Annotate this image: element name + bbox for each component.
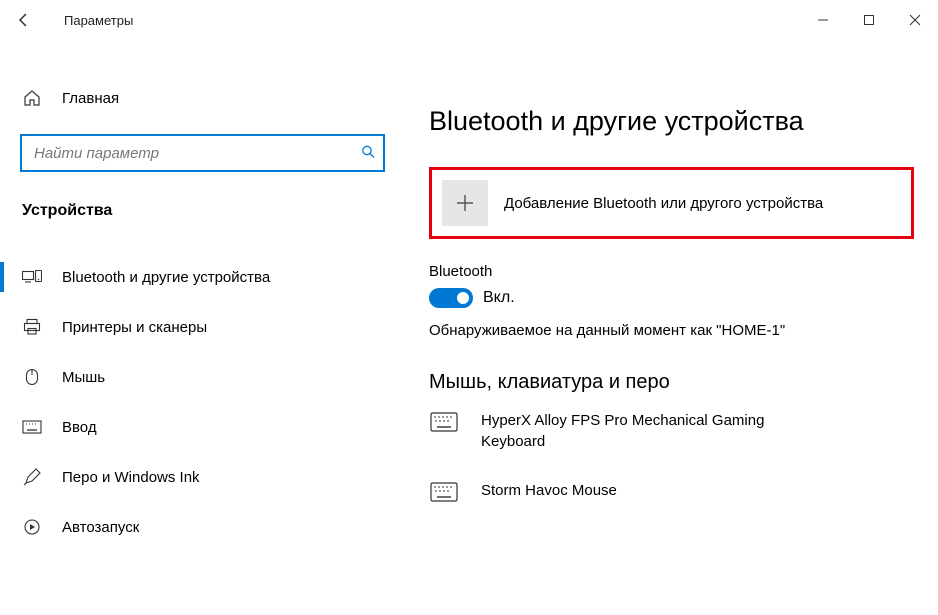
sidebar-item-label: Принтеры и сканеры bbox=[62, 319, 207, 336]
settings-window: Параметры Главная Устро bbox=[0, 0, 938, 615]
device-row[interactable]: Storm Havoc Mouse bbox=[429, 480, 914, 502]
sidebar-item-label: Мышь bbox=[62, 369, 105, 386]
sidebar-item-autoplay[interactable]: Автозапуск bbox=[0, 502, 405, 552]
arrow-left-icon bbox=[16, 12, 32, 28]
sidebar-item-typing[interactable]: Ввод bbox=[0, 402, 405, 452]
sidebar-item-label: Автозапуск bbox=[62, 519, 139, 536]
search-icon bbox=[361, 145, 375, 162]
bluetooth-toggle[interactable] bbox=[429, 288, 473, 308]
category-heading: Устройства bbox=[0, 172, 405, 232]
back-button[interactable] bbox=[0, 12, 48, 28]
device-row[interactable]: HyperX Alloy FPS Pro Mechanical Gaming K… bbox=[429, 410, 914, 452]
sidebar-item-label: Перо и Windows Ink bbox=[62, 469, 200, 486]
devices-icon bbox=[22, 269, 42, 285]
titlebar: Параметры bbox=[0, 0, 938, 40]
plus-icon bbox=[442, 180, 488, 226]
mouse-icon bbox=[22, 368, 42, 386]
home-icon bbox=[22, 89, 42, 107]
search-container bbox=[20, 134, 385, 172]
add-device-button[interactable]: Добавление Bluetooth или другого устройс… bbox=[429, 167, 914, 239]
device-name: Storm Havoc Mouse bbox=[481, 480, 617, 501]
bluetooth-label: Bluetooth bbox=[429, 263, 914, 280]
keyboard-icon bbox=[429, 412, 459, 432]
discoverable-status: Обнаруживаемое на данный момент как "HOM… bbox=[429, 322, 914, 339]
window-title: Параметры bbox=[48, 13, 133, 28]
devices-heading: Мышь, клавиатура и перо bbox=[429, 371, 914, 394]
content-pane: Bluetooth и другие устройства Добавление… bbox=[405, 40, 938, 615]
minimize-icon bbox=[817, 14, 829, 26]
sidebar-item-label: Bluetooth и другие устройства bbox=[62, 269, 270, 286]
page-title: Bluetooth и другие устройства bbox=[429, 106, 914, 137]
home-label: Главная bbox=[62, 90, 119, 107]
toggle-state-label: Вкл. bbox=[483, 289, 515, 307]
minimize-button[interactable] bbox=[800, 0, 846, 40]
sidebar: Главная Устройства Bluetooth и другие ус… bbox=[0, 40, 405, 615]
sidebar-item-pen[interactable]: Перо и Windows Ink bbox=[0, 452, 405, 502]
autoplay-icon bbox=[22, 518, 42, 536]
printer-icon bbox=[22, 318, 42, 336]
sidebar-item-label: Ввод bbox=[62, 419, 97, 436]
nav-list: Bluetooth и другие устройства Принтеры и… bbox=[0, 252, 405, 552]
maximize-button[interactable] bbox=[846, 0, 892, 40]
sidebar-item-mouse[interactable]: Мышь bbox=[0, 352, 405, 402]
device-name: HyperX Alloy FPS Pro Mechanical Gaming K… bbox=[481, 410, 821, 452]
pen-icon bbox=[22, 468, 42, 486]
close-icon bbox=[909, 14, 921, 26]
keyboard-icon bbox=[429, 482, 459, 502]
maximize-icon bbox=[863, 14, 875, 26]
sidebar-item-bluetooth[interactable]: Bluetooth и другие устройства bbox=[0, 252, 405, 302]
keyboard-icon bbox=[22, 420, 42, 434]
search-input[interactable] bbox=[20, 134, 385, 172]
bluetooth-toggle-row: Вкл. bbox=[429, 288, 914, 308]
close-button[interactable] bbox=[892, 0, 938, 40]
add-device-label: Добавление Bluetooth или другого устройс… bbox=[504, 195, 823, 212]
sidebar-item-printers[interactable]: Принтеры и сканеры bbox=[0, 302, 405, 352]
home-link[interactable]: Главная bbox=[0, 76, 405, 120]
